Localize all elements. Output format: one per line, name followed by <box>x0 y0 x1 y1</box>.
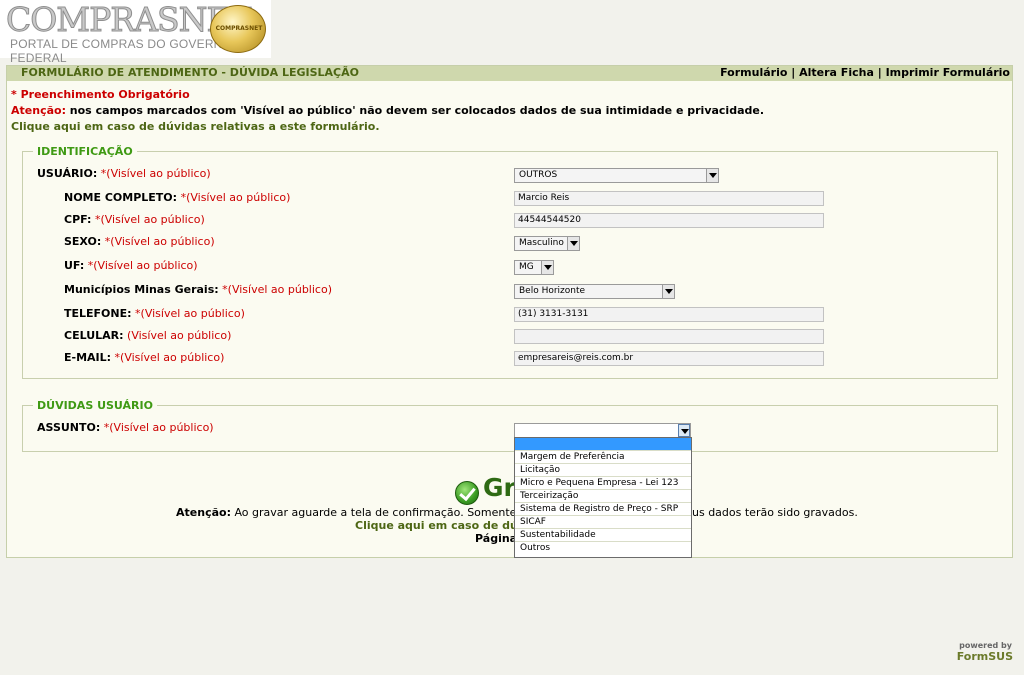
link-separator: | <box>791 66 796 79</box>
dropdown-option[interactable]: Sustentabilidade <box>515 529 691 542</box>
assunto-dropdown-list[interactable]: Margem de Preferência Licitação Micro e … <box>514 437 692 558</box>
dropdown-option[interactable]: Terceirização <box>515 490 691 503</box>
assunto-label: ASSUNTO: *(Visível ao público) <box>37 421 214 434</box>
help-link[interactable]: Clique aqui em caso de dúvidas relativas… <box>11 120 380 134</box>
header-bar: FORMULÁRIO DE ATENDIMENTO - DÚVIDA LEGIS… <box>7 66 1012 81</box>
cpf-label: CPF: *(Visível ao público) <box>64 213 205 226</box>
logo-seal-text: COMPRASNET <box>215 25 263 32</box>
email-label: E-MAIL: *(Visível ao público) <box>64 351 225 364</box>
dropdown-option[interactable]: SICAF <box>515 516 691 529</box>
comprasnet-logo: COMPRASNET PORTAL DE COMPRAS DO GOVERNO … <box>0 0 271 65</box>
usuario-select[interactable]: OUTROS <box>514 168 719 183</box>
telefone-input[interactable]: (31) 3131-3131 <box>514 307 824 322</box>
save-attention-left: Atenção: Ao gravar aguarde a tela de con… <box>176 506 561 519</box>
save-button[interactable]: Gr <box>483 473 516 503</box>
header-links: Formulário | Altera Ficha | Imprimir For… <box>720 66 1010 80</box>
uf-select[interactable]: MG <box>514 260 554 275</box>
uf-label: UF: *(Visível ao público) <box>64 259 198 272</box>
page-indicator: Página <box>475 532 518 545</box>
assunto-select[interactable] <box>514 423 691 438</box>
cpf-input[interactable]: 44544544520 <box>514 213 824 228</box>
chevron-down-icon[interactable] <box>662 285 674 298</box>
municipio-select[interactable]: Belo Horizonte <box>514 284 675 299</box>
formsus-logo[interactable]: FormSUS <box>957 650 1013 663</box>
powered-by-text: powered by <box>959 641 1012 650</box>
chevron-down-icon[interactable] <box>706 169 718 182</box>
email-input[interactable]: empresareis@reis.com.br <box>514 351 824 366</box>
chevron-down-icon[interactable] <box>541 261 553 274</box>
attention-text: nos campos marcados com 'Visível ao públ… <box>65 104 765 117</box>
chevron-down-icon[interactable] <box>678 424 690 437</box>
logo-seal-icon: COMPRASNET <box>210 5 266 53</box>
telefone-label: TELEFONE: *(Visível ao público) <box>64 307 245 320</box>
link-separator: | <box>877 66 882 79</box>
dropdown-option[interactable]: Licitação <box>515 464 691 477</box>
privacy-notice: Atenção: nos campos marcados com 'Visíve… <box>11 104 764 118</box>
dropdown-option[interactable]: Margem de Preferência <box>515 451 691 464</box>
sexo-select[interactable]: Masculino <box>514 236 580 251</box>
formulario-link[interactable]: Formulário <box>720 66 787 79</box>
attention-label: Atenção: <box>11 104 66 117</box>
duvidas-legend: DÚVIDAS USUÁRIO <box>37 399 153 412</box>
sexo-label: SEXO: *(Visível ao público) <box>64 235 215 248</box>
form-title: FORMULÁRIO DE ATENDIMENTO - DÚVIDA LEGIS… <box>21 66 359 79</box>
nome-label: NOME COMPLETO: *(Visível ao público) <box>64 191 291 204</box>
dropdown-option[interactable]: Sistema de Registro de Preço - SRP <box>515 503 691 516</box>
municipio-label: Municípios Minas Gerais: *(Visível ao pú… <box>64 283 332 296</box>
nome-input[interactable]: Marcio Reis <box>514 191 824 206</box>
checkmark-icon[interactable] <box>455 481 479 505</box>
save-attention-right: us dados terão sido gravados. <box>692 506 858 519</box>
identificacao-legend: IDENTIFICAÇÃO <box>37 145 133 158</box>
celular-label: CELULAR: (Visível ao público) <box>64 329 232 342</box>
altera-ficha-link[interactable]: Altera Ficha <box>799 66 874 79</box>
dropdown-option[interactable]: Outros <box>515 542 691 555</box>
celular-input[interactable] <box>514 329 824 344</box>
chevron-down-icon[interactable] <box>567 237 579 250</box>
imprimir-formulario-link[interactable]: Imprimir Formulário <box>886 66 1010 79</box>
dropdown-option[interactable] <box>515 438 691 451</box>
dropdown-option[interactable]: Micro e Pequena Empresa - Lei 123 <box>515 477 691 490</box>
required-notice: * Preenchimento Obrigatório <box>11 88 190 101</box>
usuario-label: USUÁRIO: *(Visível ao público) <box>37 167 211 180</box>
